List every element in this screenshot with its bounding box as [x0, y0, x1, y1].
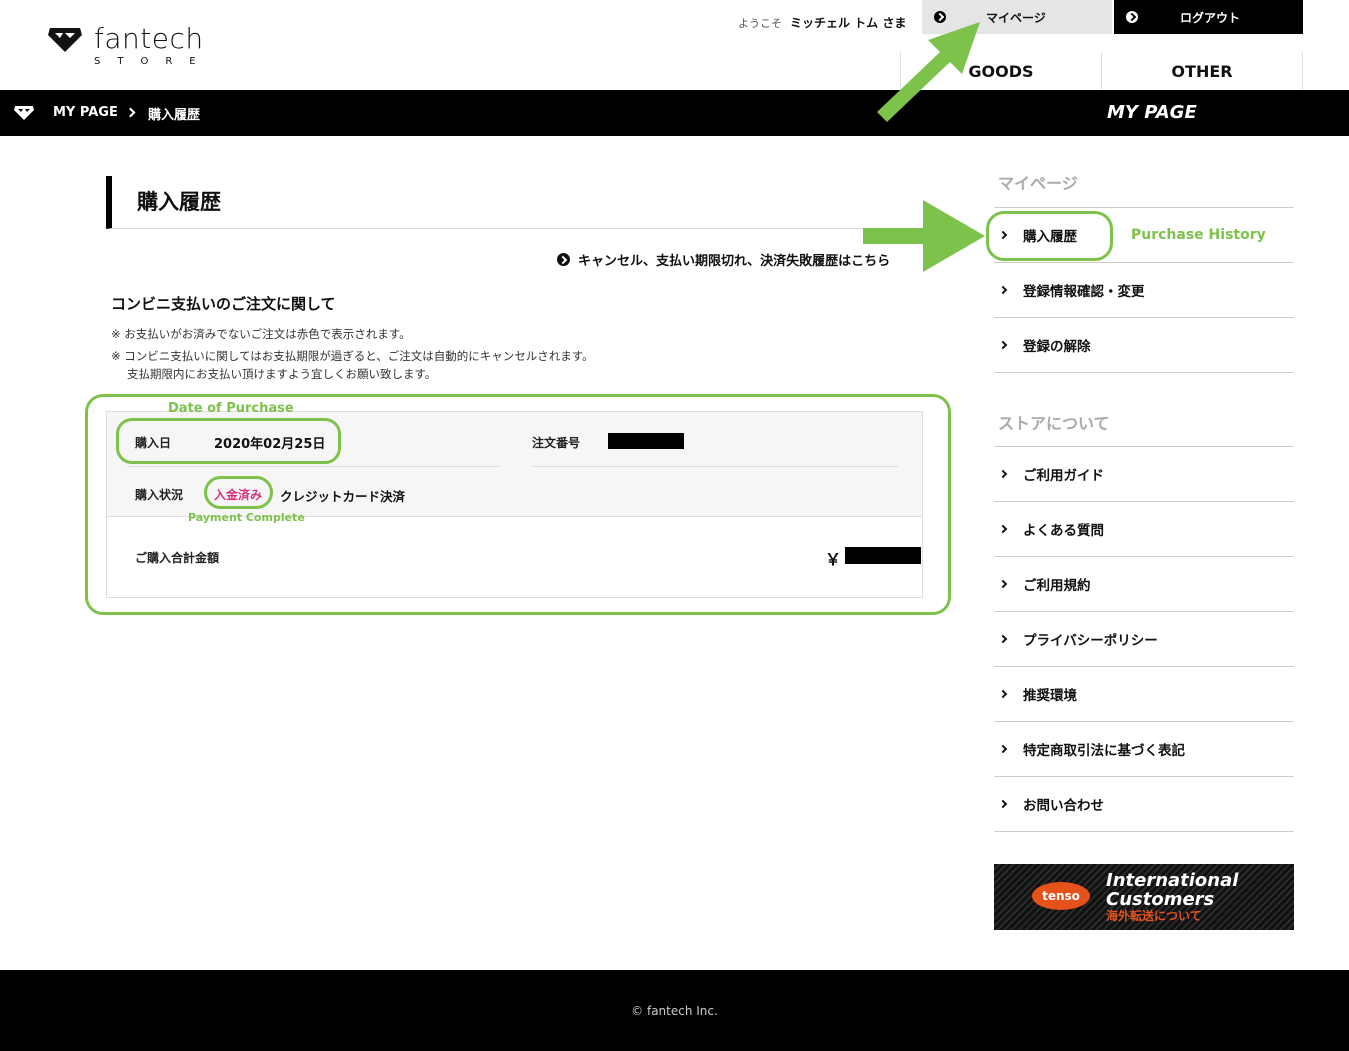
notice-note: 支払期限内にお支払い頂けますよう宜しくお願い致します。 — [127, 367, 437, 381]
sidebar-item-label: お問い合わせ — [1023, 798, 1104, 814]
notice-title: コンビニ支払いのご注文に関して — [111, 295, 336, 313]
chevron-right-icon — [998, 799, 1008, 809]
arrow-circle-icon — [557, 253, 570, 266]
logo-wordmark: fantech — [94, 22, 204, 55]
copyright: © fantech Inc. — [631, 1004, 718, 1018]
section-title: MY PAGE — [1107, 102, 1197, 123]
sidebar-item-unregister[interactable]: 登録の解除 — [994, 318, 1294, 373]
highlight-payment-status — [204, 476, 273, 509]
welcome-prefix: ようこそ — [738, 17, 782, 30]
highlight-purchase-date — [116, 418, 341, 464]
banner-title-line1: International — [1106, 870, 1239, 891]
sidebar-item-label: ご利用ガイド — [1023, 468, 1104, 484]
sidebar-item-label: よくある質問 — [1023, 523, 1104, 539]
breadcrumb-bar: MY PAGE 購入履歴 MY PAGE — [0, 90, 1349, 136]
annotation-date-of-purchase: Date of Purchase — [168, 401, 294, 416]
home-diamond-icon[interactable] — [14, 105, 34, 120]
chevron-right-icon — [998, 634, 1008, 644]
logo-subtitle: STORE — [94, 56, 213, 67]
site-footer: © fantech Inc. — [0, 970, 1349, 1051]
mypage-button-label: マイページ — [986, 10, 1046, 25]
page-title-text: 購入履歴 — [137, 190, 221, 214]
diamond-logo-icon — [48, 28, 82, 52]
sidebar-item-contact[interactable]: お問い合わせ — [994, 777, 1294, 832]
nav-goods[interactable]: GOODS — [900, 52, 1101, 90]
sidebar-item-terms[interactable]: ご利用規約 — [994, 557, 1294, 612]
mypage-button[interactable]: マイページ — [922, 0, 1112, 34]
sidebar-item-label: 登録情報確認・変更 — [1023, 284, 1145, 300]
sidebar-item-label: ご利用規約 — [1023, 578, 1091, 594]
cancel-history-link[interactable]: キャンセル、支払い期限切れ、決済失敗履歴はこちら — [557, 250, 890, 269]
notice-note: ※ お支払いがお済みでないご注文は赤色で表示されます。 — [111, 327, 411, 341]
sidebar-item-guide[interactable]: ご利用ガイド — [994, 447, 1294, 502]
chevron-right-icon — [998, 469, 1008, 479]
welcome-message: ようこそ ミッチェル トム さま — [738, 14, 906, 31]
sidebar-item-legal[interactable]: 特定商取引法に基づく表記 — [994, 722, 1294, 777]
sidebar-heading-store: ストアについて — [998, 414, 1110, 433]
user-name: ミッチェル トム さま — [790, 16, 907, 30]
notice-note: ※ コンビニ支払いに関してはお支払期限が過ぎると、ご注文は自動的にキャンセルされ… — [111, 349, 594, 363]
breadcrumb-current: 購入履歴 — [148, 108, 201, 123]
site-header: fantech STORE ようこそ ミッチェル トム さま マイページ ログアウ… — [0, 0, 1349, 90]
nav-other[interactable]: OTHER — [1101, 52, 1303, 90]
logout-button-label: ログアウト — [1180, 10, 1241, 25]
sidebar-item-label: プライバシーポリシー — [1023, 633, 1158, 649]
arrow-circle-icon — [934, 11, 946, 23]
chevron-right-icon — [998, 524, 1008, 534]
sidebar-item-label: 登録の解除 — [1023, 339, 1091, 355]
chevron-right-icon — [998, 579, 1008, 589]
chevron-right-icon — [998, 744, 1008, 754]
annotation-payment-complete: Payment Complete — [188, 511, 305, 524]
sidebar-item-label: 特定商取引法に基づく表記 — [1023, 743, 1185, 759]
chevron-right-icon — [998, 285, 1008, 295]
tenso-logo: tenso — [1032, 882, 1090, 910]
sidebar-item-label: 推奨環境 — [1023, 688, 1077, 704]
sidebar-heading-mypage: マイページ — [998, 174, 1078, 193]
sidebar-item-account-edit[interactable]: 登録情報確認・変更 — [994, 263, 1294, 318]
banner-subtitle: 海外転送について — [1106, 909, 1202, 923]
sidebar-item-faq[interactable]: よくある質問 — [994, 502, 1294, 557]
arrow-circle-icon — [1126, 11, 1138, 23]
chevron-right-icon — [125, 107, 136, 118]
sidebar-item-privacy[interactable]: プライバシーポリシー — [994, 612, 1294, 667]
site-logo[interactable]: fantech STORE — [48, 22, 218, 70]
international-customers-banner[interactable]: tenso International Customers 海外転送について — [994, 864, 1294, 930]
chevron-right-icon — [998, 689, 1008, 699]
annotation-purchase-history: Purchase History — [1131, 227, 1266, 243]
sidebar-item-environment[interactable]: 推奨環境 — [994, 667, 1294, 722]
page-title: 購入履歴 — [106, 176, 914, 229]
cancel-history-link-text: キャンセル、支払い期限切れ、決済失敗履歴はこちら — [578, 254, 891, 269]
logout-button[interactable]: ログアウト — [1114, 0, 1303, 34]
highlight-sidebar-purchase-history — [986, 211, 1113, 261]
chevron-right-icon — [998, 340, 1008, 350]
breadcrumb-mypage[interactable]: MY PAGE — [53, 105, 118, 120]
